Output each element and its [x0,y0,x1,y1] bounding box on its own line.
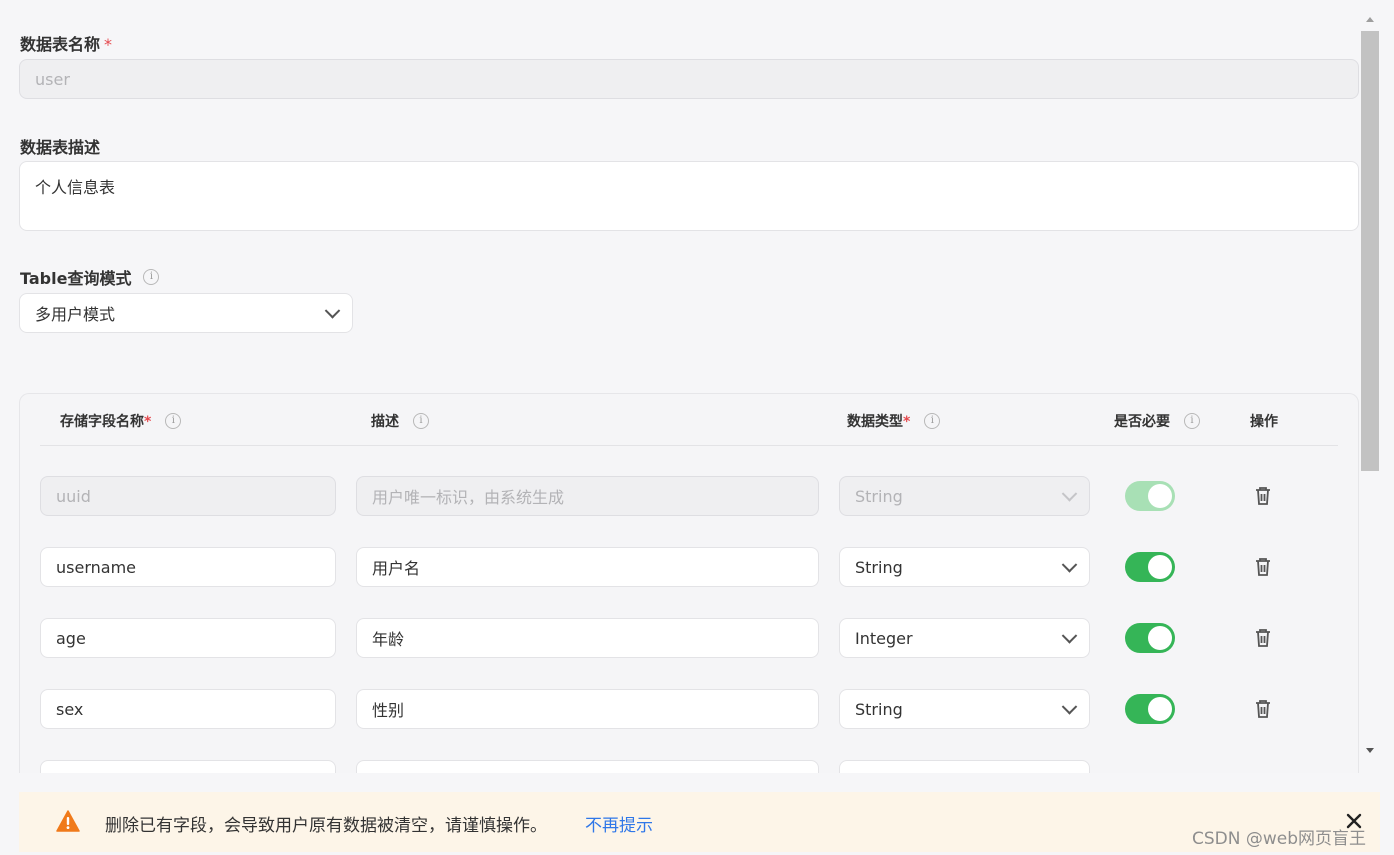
info-icon[interactable]: i [413,413,429,429]
required-mark: * [144,414,152,430]
header-field-name-text: 存储字段名称 [60,414,144,430]
field-desc-placeholder: 用户唯一标识，由系统生成 [372,488,565,507]
field-name-placeholder: uuid [56,486,91,506]
info-icon[interactable]: i [165,413,182,429]
header-desc-text: 描述 [371,414,399,430]
query-mode-label-text: Table查询模式 [20,269,132,288]
field-type-value: String [855,699,903,719]
table-name-label-text: 数据表名称 [20,35,101,54]
field-type-select[interactable] [839,760,1090,773]
vertical-scrollbar[interactable] [1361,10,1379,760]
field-name-input[interactable]: age [40,618,336,658]
header-required: 是否必要 i [1114,411,1200,431]
scroll-thumb[interactable] [1361,31,1379,471]
header-actions: 操作 [1250,414,1278,430]
required-mark: * [104,35,113,54]
scroll-down-icon[interactable] [1366,748,1374,753]
header-required-text: 是否必要 [1114,414,1170,430]
field-name-value: sex [56,699,84,719]
field-desc-value: 年龄 [372,630,405,649]
field-name-input[interactable]: uuid [40,476,336,516]
field-desc-input[interactable]: 性别 [356,689,819,729]
header-divider [40,445,1338,446]
field-type-value: String [855,557,903,577]
query-mode-label: Table查询模式 i [20,265,160,289]
query-mode-value: 多用户模式 [35,305,116,324]
field-name-value: age [56,628,86,648]
trash-icon[interactable] [1254,557,1272,577]
info-icon[interactable]: i [924,413,941,429]
field-type-select[interactable]: String [839,476,1090,516]
chevron-down-icon [1061,486,1078,502]
header-data-type-text: 数据类型 [847,414,903,430]
table-desc-textarea[interactable]: 个人信息表 [19,161,1359,231]
field-name-input[interactable]: sex [40,689,336,729]
warning-notice: 删除已有字段，会导致用户原有数据被清空，请谨慎操作。 不再提示 [19,792,1380,852]
field-type-select[interactable]: Integer [839,618,1090,658]
info-icon[interactable]: i [1184,413,1200,429]
field-desc-input[interactable]: 用户唯一标识，由系统生成 [356,476,819,516]
field-desc-value: 用户名 [372,559,421,578]
field-type-value: String [855,486,903,506]
table-desc-label: 数据表描述 [20,138,101,157]
table-name-input[interactable]: user [19,59,1359,99]
required-toggle[interactable] [1125,623,1175,653]
required-toggle[interactable] [1125,481,1175,511]
chevron-down-icon [324,303,341,319]
toggle-knob [1148,484,1172,508]
header-desc: 描述 i [371,411,429,431]
table-desc-value: 个人信息表 [35,178,116,197]
warning-icon [56,810,80,836]
field-desc-input[interactable] [356,760,819,773]
toggle-knob [1148,555,1172,579]
query-mode-select[interactable]: 多用户模式 [19,293,353,333]
header-field-name: 存储字段名称* i [60,411,182,431]
scroll-up-icon[interactable] [1366,17,1374,22]
field-name-value: username [56,557,136,577]
table-name-value: user [35,69,70,89]
field-desc-value: 性别 [372,701,405,720]
required-toggle[interactable] [1125,694,1175,724]
required-toggle[interactable] [1125,552,1175,582]
notice-text: 删除已有字段，会导致用户原有数据被清空，请谨慎操作。 [105,816,547,836]
trash-icon[interactable] [1254,699,1272,719]
dont-show-again-link[interactable]: 不再提示 [585,811,653,836]
toggle-knob [1148,626,1172,650]
chevron-down-icon [1061,699,1078,715]
field-type-value: Integer [855,628,913,648]
required-mark: * [903,414,911,430]
table-name-label: 数据表名称 * [20,31,112,55]
chevron-down-icon [1061,557,1078,573]
watermark: CSDN @web网页盲王 [1192,829,1367,849]
field-desc-input[interactable]: 年龄 [356,618,819,658]
header-data-type: 数据类型* i [847,411,941,431]
fields-table: 存储字段名称* i 描述 i 数据类型* i 是否必要 i 操作 uuid 用户… [19,393,1359,773]
chevron-down-icon [1061,628,1078,644]
toggle-knob [1148,697,1172,721]
field-type-select[interactable]: String [839,547,1090,587]
field-name-input[interactable]: username [40,547,336,587]
field-desc-input[interactable]: 用户名 [356,547,819,587]
field-name-input[interactable] [40,760,336,773]
trash-icon[interactable] [1254,628,1272,648]
info-icon[interactable]: i [143,269,160,285]
field-type-select[interactable]: String [839,689,1090,729]
trash-icon[interactable] [1254,486,1272,506]
